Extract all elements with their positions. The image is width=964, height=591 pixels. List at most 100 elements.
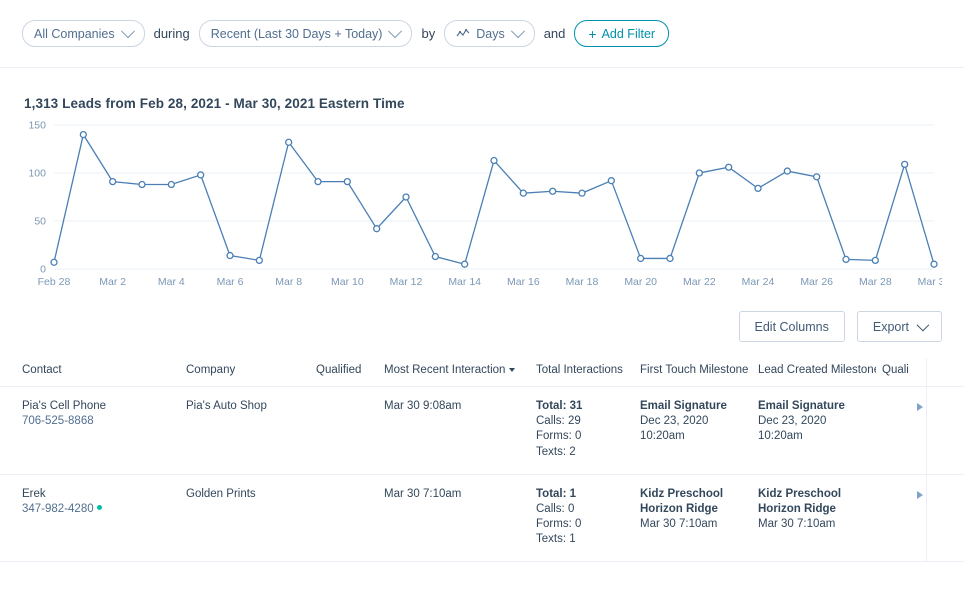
- contact-name[interactable]: Pia's Cell Phone: [22, 399, 174, 414]
- svg-text:150: 150: [28, 120, 46, 132]
- column-header-label: Most Recent Interaction: [384, 364, 506, 376]
- chart-data-point[interactable]: [930, 260, 938, 268]
- date-range-filter-pill[interactable]: Recent (Last 30 Days + Today): [198, 20, 413, 47]
- column-header-qualified[interactable]: Qualified: [310, 358, 378, 387]
- by-label: by: [421, 26, 436, 41]
- chart-data-point[interactable]: [285, 138, 293, 146]
- chart-data-point[interactable]: [109, 177, 117, 186]
- total-interactions-calls: Calls: 29: [536, 415, 581, 428]
- add-filter-label: Add Filter: [601, 26, 656, 41]
- export-button[interactable]: Export: [856, 311, 942, 342]
- total-interactions-calls: Calls: 0: [536, 502, 575, 515]
- total-interactions-forms: Forms: 0: [536, 518, 582, 531]
- cell-most-recent-interaction: Mar 30 7:10am: [378, 474, 530, 563]
- chart-data-point[interactable]: [461, 260, 469, 268]
- chart-data-point[interactable]: [402, 193, 410, 201]
- cell-contact: Erek 347-982-4280: [0, 474, 180, 563]
- chart-data-point[interactable]: [255, 256, 263, 265]
- chart-data-point[interactable]: [754, 184, 762, 193]
- svg-text:Mar 2: Mar 2: [99, 276, 126, 288]
- svg-text:Mar 28: Mar 28: [859, 276, 892, 288]
- chevron-down-icon: [510, 23, 525, 38]
- chart-data-point[interactable]: [578, 189, 586, 197]
- svg-text:Mar 4: Mar 4: [158, 276, 185, 288]
- total-interactions-total: Total: 31: [536, 400, 583, 412]
- chart-data-point[interactable]: [666, 254, 674, 263]
- edit-columns-button[interactable]: Edit Columns: [738, 311, 845, 342]
- chart-data-point[interactable]: [431, 252, 439, 261]
- chart-data-point[interactable]: [50, 258, 58, 266]
- filter-bar: All Companies during Recent (Last 30 Day…: [0, 0, 964, 68]
- contact-phone: 706-525-8868: [22, 415, 94, 428]
- chart-data-point[interactable]: [79, 130, 87, 139]
- svg-text:Mar 26: Mar 26: [800, 276, 833, 288]
- chart-data-point[interactable]: [373, 225, 381, 233]
- chart-data-point[interactable]: [725, 163, 733, 171]
- column-header-quali[interactable]: Quali: [876, 358, 964, 387]
- contact-name[interactable]: Erek: [22, 487, 174, 502]
- chevron-right-icon[interactable]: [917, 490, 923, 499]
- chart-data-point[interactable]: [343, 177, 351, 186]
- column-header-most-recent-interaction[interactable]: Most Recent Interaction: [378, 358, 530, 387]
- granularity-label: Days: [476, 26, 505, 41]
- cell-lead-created-milestone: Email Signature Dec 23, 2020 10:20am: [752, 386, 876, 475]
- column-header-label: Company: [186, 364, 236, 376]
- chart-data-point[interactable]: [549, 187, 557, 195]
- company-filter-pill[interactable]: All Companies: [22, 20, 145, 47]
- chart-data-point[interactable]: [197, 171, 205, 179]
- column-header-first-touch-milestone[interactable]: First Touch Milestone: [634, 358, 752, 387]
- date-range-label: Recent (Last 30 Days + Today): [210, 26, 383, 41]
- cell-first-touch-milestone: Email Signature Dec 23, 2020 10:20am: [634, 386, 752, 475]
- chevron-right-icon[interactable]: [917, 403, 923, 411]
- column-header-contact[interactable]: Contact: [0, 358, 180, 387]
- chart-data-point[interactable]: [695, 169, 703, 177]
- chart-data-point[interactable]: [813, 173, 821, 181]
- chart-data-point[interactable]: [519, 189, 527, 197]
- table-row[interactable]: Erek 347-982-4280 Golden Prints Mar 30 7:10…: [0, 474, 964, 563]
- chart-data-point[interactable]: [167, 180, 175, 189]
- column-header-label: First Touch Milestone: [640, 364, 749, 376]
- total-interactions-total: Total: 1: [536, 487, 577, 500]
- column-header-total-interactions[interactable]: Total Interactions: [530, 358, 634, 387]
- leads-line-chart: 0 50 100 150 Feb 28 Mar 2 Mar 4 Mar 6 Mar 8 Mar 1…: [22, 117, 942, 297]
- column-header-label: Contact: [22, 364, 62, 376]
- first-touch-date: Mar 30 7:10am: [640, 518, 718, 531]
- svg-text:50: 50: [34, 216, 46, 228]
- chart-data-point[interactable]: [842, 255, 850, 264]
- online-status-dot: [96, 504, 102, 510]
- column-header-label: Lead Created Milestone: [758, 364, 876, 376]
- svg-text:Mar 30: Mar 30: [918, 276, 942, 288]
- cell-total-interactions: Total: 1 Calls: 0 Forms: 0 Texts: 1: [530, 474, 634, 563]
- column-header-lead-created-milestone[interactable]: Lead Created Milestone: [752, 358, 876, 387]
- table-header: Contact Company Qualified Most Recent Inter…: [0, 358, 964, 387]
- cell-row-expand[interactable]: [876, 386, 964, 475]
- cell-company: Golden Prints: [180, 474, 310, 563]
- column-header-label: Qualified: [316, 364, 362, 376]
- chart-data-point[interactable]: [226, 251, 234, 260]
- svg-text:Mar 24: Mar 24: [742, 276, 775, 288]
- svg-text:Mar 14: Mar 14: [448, 276, 481, 288]
- chart-data-point[interactable]: [637, 254, 645, 263]
- chart-data-point[interactable]: [138, 180, 146, 189]
- lead-created-date: Dec 23, 2020 10:20am: [758, 415, 827, 443]
- contact-phone: 347-982-4280: [22, 502, 174, 517]
- company-name: Golden Prints: [186, 487, 256, 500]
- first-touch-date: Dec 23, 2020 10:20am: [640, 415, 709, 443]
- chart-data-point[interactable]: [607, 177, 615, 185]
- add-filter-button[interactable]: + Add Filter: [574, 20, 670, 47]
- chart-data-point[interactable]: [490, 156, 498, 165]
- plus-icon: +: [588, 25, 597, 42]
- chevron-down-icon: [916, 318, 930, 332]
- chart-data-point[interactable]: [901, 160, 909, 169]
- column-header-label: Quali: [882, 364, 909, 376]
- chart-data-point[interactable]: [314, 177, 322, 186]
- sort-descending-icon: [509, 368, 516, 372]
- cell-row-expand[interactable]: [876, 474, 964, 563]
- column-header-company[interactable]: Company: [180, 358, 310, 387]
- most-recent-interaction-value: Mar 30 9:08am: [384, 400, 462, 412]
- table-row[interactable]: Pia's Cell Phone 706-525-8868 Pia's Auto S…: [0, 386, 964, 475]
- table-toolbar: Edit Columns Export: [0, 297, 964, 342]
- chart-data-point[interactable]: [871, 256, 879, 265]
- granularity-filter-pill[interactable]: Days: [444, 20, 535, 47]
- chart-data-point[interactable]: [783, 167, 791, 175]
